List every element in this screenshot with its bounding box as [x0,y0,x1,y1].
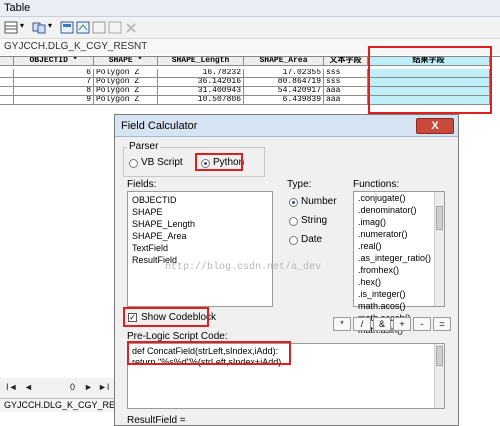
result-field-label: ResultField = [127,415,186,426]
table-tab-bottom[interactable]: GYJCCH.DLG_K_CGY_RESNT [0,398,133,412]
table-cell[interactable]: 6.439839 [244,96,324,105]
previous-record-button[interactable]: ◄ [24,382,33,392]
table-cell[interactable]: 9 [14,96,94,105]
table-cell[interactable]: 16.78232 [158,69,244,78]
list-item[interactable]: .conjugate() [354,192,444,204]
functions-list[interactable]: .conjugate() .denominator() .imag() .num… [353,191,445,335]
row-selector-header[interactable] [0,57,14,66]
row-selector[interactable] [0,69,14,78]
window-titlebar: Table [0,0,500,17]
row-selector[interactable] [0,87,14,96]
watermark-text: http://blog.csdn.net/a_dev [165,262,322,273]
table-toolbar: ▾ ▾ [0,17,500,39]
row-selector[interactable] [0,96,14,105]
table-cell[interactable]: 7 [14,78,94,87]
number-label[interactable]: Number [301,196,337,207]
equals-button[interactable]: = [433,317,451,331]
list-item[interactable]: .real() [354,240,444,252]
table-cell[interactable]: Polygon Z [94,87,158,96]
divide-button[interactable]: / [353,317,371,331]
string-radio[interactable] [289,217,298,226]
table-cell[interactable]: sss [324,69,368,78]
table-cell[interactable]: 54.420917 [244,87,324,96]
number-radio[interactable] [289,198,298,207]
table-cell[interactable]: 36.142016 [158,78,244,87]
dialog-titlebar: Field Calculator X [115,115,458,137]
code-highlight [127,341,291,365]
list-item[interactable]: TextField [128,242,272,254]
column-header[interactable]: SHAPE_Area [244,57,324,66]
record-number[interactable]: 0 [70,382,75,392]
table-cell[interactable]: 31.400943 [158,87,244,96]
fields-list[interactable]: OBJECTID SHAPE SHAPE_Length SHAPE_Area T… [127,191,273,307]
list-item[interactable]: OBJECTID [128,194,272,206]
list-item[interactable]: .hex() [354,276,444,288]
table-cell[interactable]: 10.507806 [158,96,244,105]
functions-scrollbar[interactable] [434,192,444,306]
fields-label: Fields: [127,179,157,190]
record-navigator: I◄ ◄ 0 ► ►I [0,378,120,398]
table-cell[interactable]: 80.864719 [244,78,324,87]
scrollbar-thumb[interactable] [436,346,443,366]
dialog-title: Field Calculator [121,120,198,132]
table-cell[interactable]: Polygon Z [94,96,158,105]
chevron-down-icon[interactable]: ▾ [20,21,24,30]
table-cell[interactable]: aaa [324,96,368,105]
list-item[interactable]: .is_integer() [354,288,444,300]
table-cell[interactable]: Polygon Z [94,78,158,87]
list-item[interactable]: SHAPE [128,206,272,218]
scrollbar-thumb[interactable] [436,206,443,230]
table-options-icon[interactable] [4,21,18,34]
table-cell[interactable]: aaa [324,87,368,96]
list-item[interactable]: math.acos() [354,300,444,312]
date-radio[interactable] [289,236,298,245]
list-item[interactable]: .numerator() [354,228,444,240]
column-header[interactable]: SHAPE_Length [158,57,244,66]
list-item[interactable]: SHAPE_Area [128,230,272,242]
result-column-highlight [368,46,492,114]
next-record-button[interactable]: ► [84,382,93,392]
chevron-down-icon[interactable]: ▾ [48,21,52,30]
string-label[interactable]: String [301,215,327,226]
column-header[interactable]: 文本字段 [324,57,368,66]
multiply-button[interactable]: * [333,317,351,331]
code-scrollbar[interactable] [434,344,444,408]
table-name: GYJCCH.DLG_K_CGY_RESNT [4,41,148,52]
table-cell[interactable]: sss [324,78,368,87]
type-label: Type: [287,179,312,190]
table-cell[interactable]: Polygon Z [94,69,158,78]
minus-button[interactable]: - [413,317,431,331]
list-item[interactable]: .fromhex() [354,264,444,276]
select-by-attributes-icon[interactable] [60,21,74,34]
show-codeblock-highlight [123,307,209,327]
table-cell[interactable]: 6 [14,69,94,78]
zoom-to-selected-icon[interactable] [108,21,122,34]
related-tables-icon[interactable] [32,21,46,34]
column-header[interactable]: OBJECTID * [14,57,94,66]
first-record-button[interactable]: I◄ [6,382,17,392]
list-item[interactable]: .imag() [354,216,444,228]
window-title: Table [4,2,31,14]
delete-selected-icon[interactable] [124,21,138,34]
close-button[interactable]: X [416,118,454,134]
list-item[interactable]: .as_integer_ratio() [354,252,444,264]
vbscript-radio[interactable] [129,159,138,168]
parser-label: Parser [127,141,161,152]
list-item[interactable]: .denominator() [354,204,444,216]
row-selector[interactable] [0,78,14,87]
table-cell[interactable]: 17.02355 [244,69,324,78]
vbscript-label[interactable]: VB Script [141,157,183,168]
clear-selection-icon[interactable] [92,21,106,34]
table-cell[interactable]: 8 [14,87,94,96]
plus-button[interactable]: + [393,317,411,331]
last-record-button[interactable]: ►I [98,382,109,392]
column-header[interactable]: SHAPE * [94,57,158,66]
date-label[interactable]: Date [301,234,322,245]
switch-selection-icon[interactable] [76,21,90,34]
list-item[interactable]: SHAPE_Length [128,218,272,230]
python-highlight [195,153,243,171]
ampersand-button[interactable]: & [373,317,391,331]
functions-label: Functions: [353,179,400,190]
